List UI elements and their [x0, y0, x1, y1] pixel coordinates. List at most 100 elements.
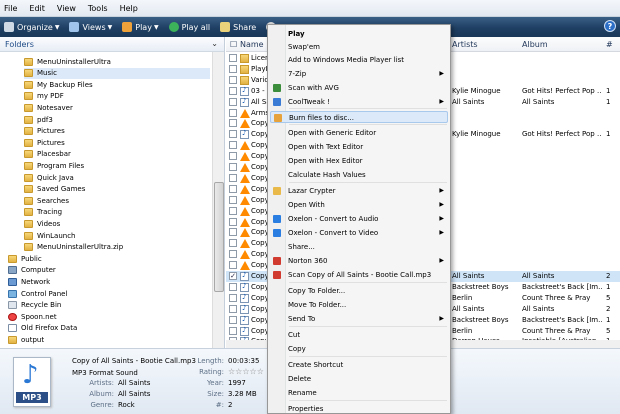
- folder-tree-item[interactable]: Pictures: [24, 137, 210, 148]
- folder-tree-item[interactable]: output: [8, 334, 210, 345]
- row-checkbox[interactable]: [229, 54, 237, 62]
- select-all-checkbox[interactable]: ☐: [230, 40, 237, 49]
- context-menu-item[interactable]: Send To ▶: [270, 313, 448, 325]
- folder-tree-item[interactable]: Music: [24, 67, 210, 79]
- folder-tree-item[interactable]: My Backup Files: [24, 79, 210, 90]
- row-checkbox[interactable]: [229, 228, 237, 237]
- context-menu-item[interactable]: Oxelon - Convert to Video ▶: [270, 227, 448, 239]
- row-checkbox[interactable]: [229, 304, 237, 313]
- context-menu-item[interactable]: Open With ▶: [270, 199, 448, 211]
- context-menu-item[interactable]: Norton 360 ▶: [270, 255, 448, 267]
- context-menu-item[interactable]: Add to Windows Media Player list: [270, 54, 448, 66]
- context-menu-item[interactable]: Lazar Crypter ▶: [270, 185, 448, 197]
- track-value[interactable]: 2: [228, 401, 232, 409]
- play-button[interactable]: Play ▼: [122, 22, 159, 32]
- context-menu-item[interactable]: 7-Zip ▶: [270, 68, 448, 80]
- context-menu-item[interactable]: Play: [270, 28, 448, 40]
- context-menu-item[interactable]: Copy: [270, 343, 448, 355]
- folder-tree-item[interactable]: Pictures: [24, 126, 210, 137]
- column-album[interactable]: Album: [522, 40, 548, 49]
- context-menu-item[interactable]: Share...: [270, 241, 448, 253]
- folders-scrollbar[interactable]: [212, 52, 224, 348]
- row-checkbox[interactable]: [229, 217, 237, 226]
- menu-tools[interactable]: Tools: [88, 4, 108, 13]
- column-artists[interactable]: Artists: [452, 40, 478, 49]
- folder-tree-item[interactable]: Saved Games: [24, 184, 210, 195]
- folder-tree-item[interactable]: Public: [8, 253, 210, 264]
- folders-header[interactable]: Folders ⌄: [0, 37, 224, 52]
- folder-tree-item[interactable]: Searches: [24, 195, 210, 206]
- folder-tree-item[interactable]: Program Files: [24, 160, 210, 171]
- context-menu-item[interactable]: Copy To Folder...: [270, 285, 448, 297]
- context-menu-item[interactable]: Open with Text Editor: [270, 141, 448, 153]
- row-checkbox[interactable]: [229, 206, 237, 215]
- folder-tree-item[interactable]: my PDF: [24, 91, 210, 102]
- context-menu-item[interactable]: Create Shortcut: [270, 359, 448, 371]
- row-checkbox[interactable]: ✓: [229, 272, 237, 280]
- context-menu-item[interactable]: Oxelon - Convert to Audio ▶: [270, 213, 448, 225]
- row-checkbox[interactable]: [229, 152, 237, 161]
- context-menu-item[interactable]: CoolTweak ! ▶: [270, 96, 448, 108]
- artists-value[interactable]: All Saints: [118, 379, 150, 387]
- column-name[interactable]: Name: [240, 40, 264, 49]
- context-menu-item[interactable]: Move To Folder...: [270, 299, 448, 311]
- scrollbar-thumb[interactable]: [214, 182, 224, 292]
- row-checkbox[interactable]: [229, 163, 237, 171]
- row-checkbox[interactable]: [229, 97, 237, 106]
- folder-tree-item[interactable]: pdf3: [24, 114, 210, 125]
- year-value[interactable]: 1997: [228, 379, 246, 387]
- row-checkbox[interactable]: [229, 75, 237, 84]
- menu-file[interactable]: File: [4, 4, 17, 13]
- context-menu-item[interactable]: Scan Copy of All Saints - Bootie Call.mp…: [270, 269, 448, 281]
- column-track[interactable]: #: [606, 40, 613, 49]
- menu-view[interactable]: View: [57, 4, 76, 13]
- row-checkbox[interactable]: [229, 250, 237, 259]
- folder-tree-item[interactable]: Network: [8, 276, 210, 287]
- row-checkbox[interactable]: [229, 315, 237, 324]
- help-icon[interactable]: ?: [604, 20, 616, 32]
- folder-tree-item[interactable]: Computer: [8, 265, 210, 276]
- rating-stars[interactable]: ☆☆☆☆☆: [228, 367, 264, 376]
- context-menu-item[interactable]: Swap'em: [270, 41, 448, 53]
- folder-tree-item[interactable]: Spoon.net: [8, 311, 210, 322]
- folder-tree-item[interactable]: Notesaver: [24, 102, 210, 113]
- menu-help[interactable]: Help: [120, 4, 138, 13]
- context-menu-item[interactable]: Rename: [270, 387, 448, 399]
- album-value[interactable]: All Saints: [118, 390, 150, 398]
- row-checkbox[interactable]: [229, 64, 237, 73]
- row-checkbox[interactable]: [229, 293, 237, 302]
- context-menu-item[interactable]: Delete: [270, 373, 448, 385]
- context-menu-item[interactable]: Properties: [270, 403, 448, 413]
- row-checkbox[interactable]: [229, 261, 237, 270]
- row-checkbox[interactable]: [229, 119, 237, 128]
- row-checkbox[interactable]: [229, 130, 237, 139]
- context-menu-item[interactable]: Calculate Hash Values: [270, 169, 448, 181]
- genre-value[interactable]: Rock: [118, 401, 135, 409]
- organize-button[interactable]: Organize ▼: [4, 22, 59, 32]
- folder-tree-item[interactable]: Control Panel: [8, 288, 210, 299]
- share-button[interactable]: Share: [220, 22, 256, 32]
- folder-tree-item[interactable]: Placesbar: [24, 149, 210, 160]
- context-menu-item[interactable]: Burn files to disc...: [270, 111, 448, 123]
- row-checkbox[interactable]: [229, 326, 237, 335]
- context-menu-item[interactable]: Cut: [270, 329, 448, 341]
- folder-tree-item[interactable]: WinLaunch: [24, 230, 210, 241]
- row-checkbox[interactable]: [229, 282, 237, 291]
- context-menu-item[interactable]: Open with Generic Editor: [270, 127, 448, 139]
- row-checkbox[interactable]: [229, 239, 237, 248]
- row-checkbox[interactable]: [229, 195, 237, 204]
- folder-tree-item[interactable]: Tracing: [24, 207, 210, 218]
- play-all-button[interactable]: Play all: [168, 22, 210, 32]
- context-menu-item[interactable]: Open with Hex Editor: [270, 155, 448, 167]
- row-checkbox[interactable]: [229, 86, 237, 95]
- menu-edit[interactable]: Edit: [29, 4, 45, 13]
- views-button[interactable]: Views ▼: [69, 22, 112, 32]
- folder-tree-item[interactable]: Old Firefox Data: [8, 323, 210, 334]
- context-menu-item[interactable]: Scan with AVG: [270, 82, 448, 94]
- folder-tree-item[interactable]: Quick Java: [24, 172, 210, 183]
- row-checkbox[interactable]: [229, 141, 237, 150]
- folder-tree-item[interactable]: MenuUninstallerUltra.zip: [24, 242, 210, 253]
- folder-tree-item[interactable]: MenuUninstallerUltra: [24, 56, 210, 67]
- row-checkbox[interactable]: [229, 184, 237, 193]
- folder-tree-item[interactable]: Recycle Bin: [8, 300, 210, 311]
